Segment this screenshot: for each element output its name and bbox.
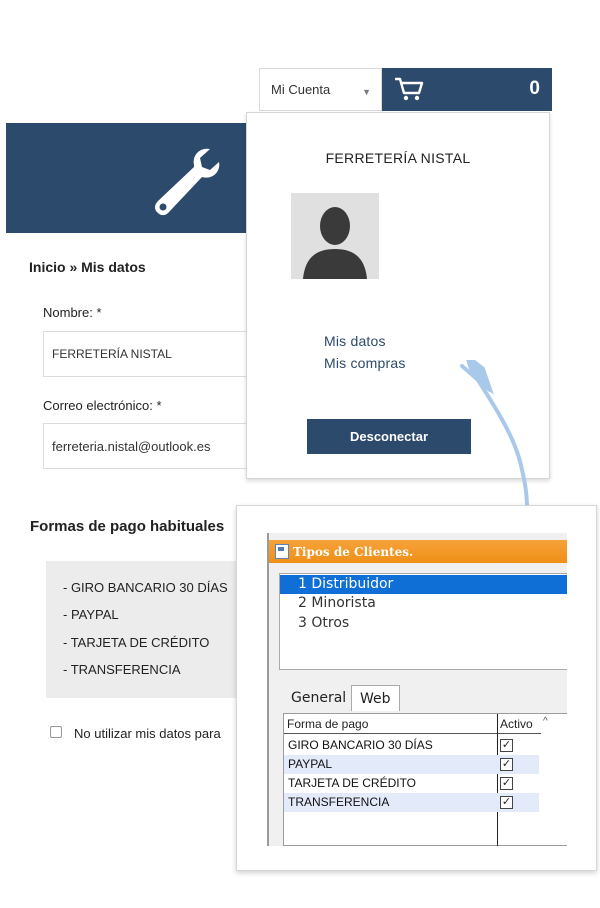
window-title-bar: Tipos de Clientes. bbox=[269, 540, 567, 563]
customer-name: FERRETERÍA NISTAL bbox=[325, 150, 471, 166]
tab-general[interactable]: General bbox=[283, 685, 354, 711]
checkbox-icon[interactable]: ✓ bbox=[500, 739, 513, 752]
app-screenshot-card: Tipos de Clientes. 1 Distribuidor 2 Mino… bbox=[236, 505, 597, 871]
opt-out-label: No utilizar mis datos para bbox=[74, 726, 221, 741]
checkbox-icon[interactable]: ✓ bbox=[500, 758, 513, 771]
table-row[interactable]: TRANSFERENCIA ✓ bbox=[284, 793, 539, 812]
payment-grid: Forma de pago Activo ^ GIRO BANCARIO 30 … bbox=[283, 713, 567, 846]
grid-header: Forma de pago Activo bbox=[284, 714, 541, 734]
column-header-forma: Forma de pago bbox=[287, 717, 369, 731]
column-header-activo: Activo bbox=[500, 717, 533, 731]
checkbox-icon[interactable]: ✓ bbox=[500, 796, 513, 809]
payments-title: Formas de pago habituales bbox=[30, 518, 225, 535]
app-window-icon bbox=[275, 544, 289, 559]
scroll-up-icon[interactable]: ^ bbox=[543, 716, 548, 727]
cell-forma: TRANSFERENCIA bbox=[288, 795, 390, 809]
email-label: Correo electrónico: * bbox=[43, 398, 162, 413]
list-item[interactable]: 2 Minorista bbox=[280, 594, 567, 613]
app-window: Tipos de Clientes. 1 Distribuidor 2 Mino… bbox=[267, 533, 567, 846]
cart-count: 0 bbox=[529, 78, 540, 99]
menu-link-mis-datos[interactable]: Mis datos bbox=[324, 333, 386, 349]
account-dropdown[interactable]: Mi Cuenta ▼ bbox=[259, 68, 382, 111]
payment-item: - PAYPAL bbox=[63, 607, 119, 622]
chevron-down-icon: ▼ bbox=[362, 87, 371, 97]
table-row[interactable]: PAYPAL ✓ bbox=[284, 755, 539, 774]
window-title: Tipos de Clientes. bbox=[293, 544, 414, 559]
name-field-value: FERRETERÍA NISTAL bbox=[52, 347, 172, 361]
payment-item: - TARJETA DE CRÉDITO bbox=[63, 635, 210, 650]
breadcrumb: Inicio » Mis datos bbox=[29, 259, 146, 275]
tab-bar: General Web bbox=[279, 683, 567, 711]
user-silhouette-icon bbox=[303, 207, 367, 279]
opt-out-checkbox[interactable] bbox=[50, 726, 62, 738]
checkbox-icon[interactable]: ✓ bbox=[500, 777, 513, 790]
list-item[interactable]: 1 Distribuidor bbox=[280, 575, 567, 594]
cart-button[interactable]: 0 bbox=[382, 68, 552, 111]
cell-forma: GIRO BANCARIO 30 DÍAS bbox=[288, 738, 433, 752]
list-item[interactable]: 3 Otros bbox=[280, 614, 567, 633]
page-banner bbox=[6, 123, 246, 233]
table-row[interactable]: GIRO BANCARIO 30 DÍAS ✓ bbox=[284, 736, 539, 755]
wrench-icon bbox=[155, 148, 220, 216]
email-field-value: ferreteria.nistal@outlook.es bbox=[52, 438, 211, 454]
cell-forma: PAYPAL bbox=[288, 757, 333, 771]
name-label: Nombre: * bbox=[43, 305, 102, 320]
cart-icon bbox=[395, 77, 424, 101]
menu-link-mis-compras[interactable]: Mis compras bbox=[324, 355, 406, 371]
payment-item: - GIRO BANCARIO 30 DÍAS bbox=[63, 580, 228, 595]
client-types-list: 1 Distribuidor 2 Minorista 3 Otros bbox=[279, 573, 567, 670]
payment-item: - TRANSFERENCIA bbox=[63, 662, 181, 677]
cell-forma: TARJETA DE CRÉDITO bbox=[288, 776, 417, 790]
tab-web[interactable]: Web bbox=[351, 685, 400, 711]
table-row[interactable]: TARJETA DE CRÉDITO ✓ bbox=[284, 774, 539, 793]
account-label: Mi Cuenta bbox=[271, 82, 331, 97]
avatar bbox=[291, 193, 379, 279]
